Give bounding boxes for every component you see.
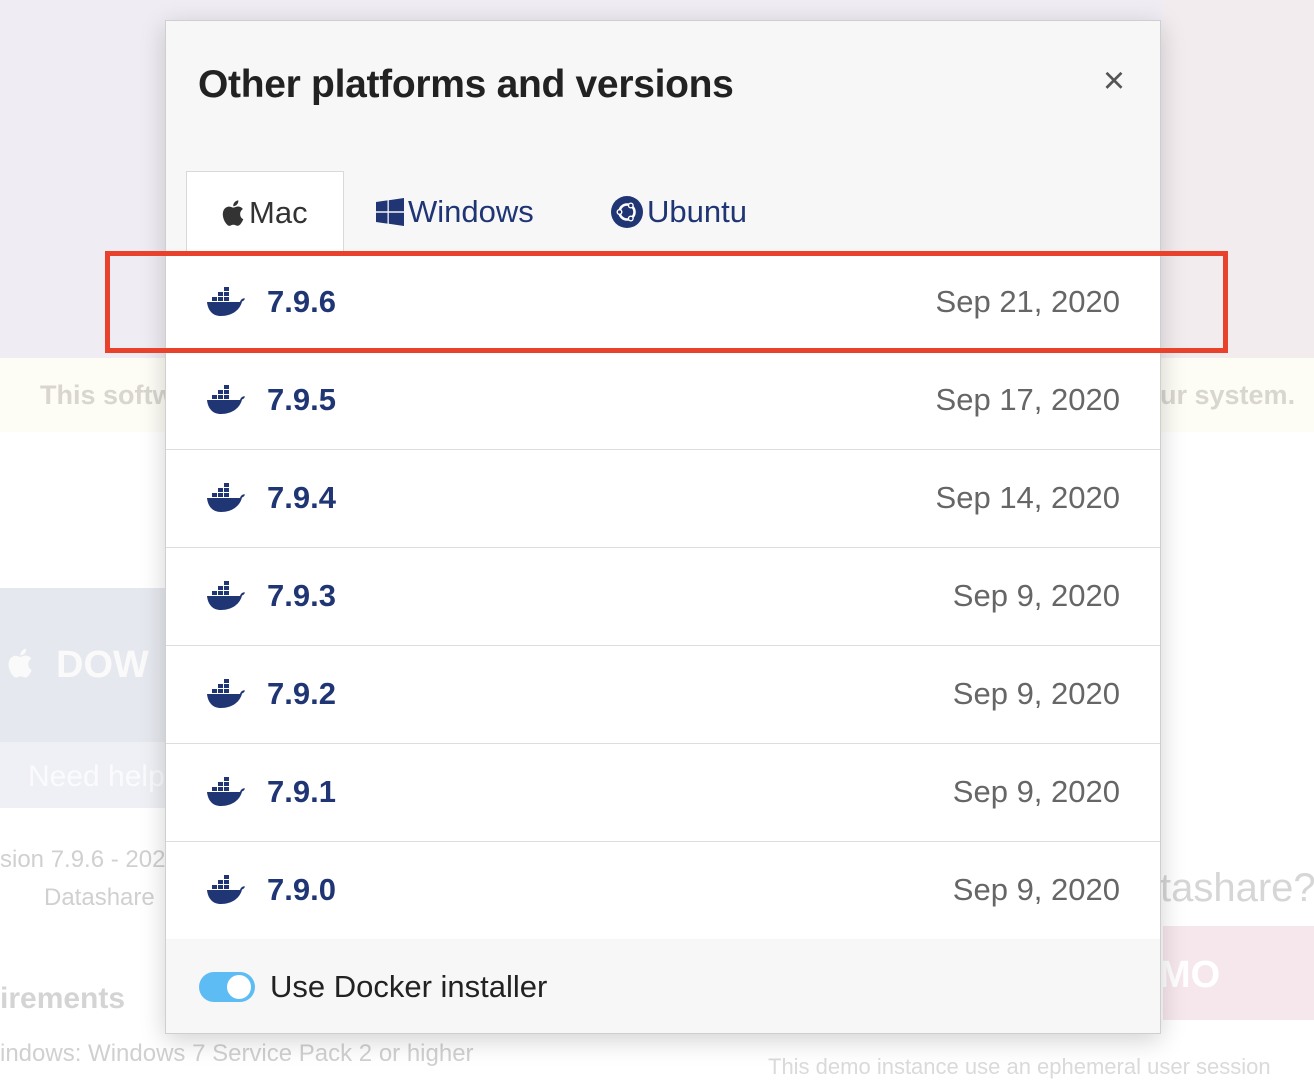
version-date: Sep 9, 2020	[952, 578, 1120, 613]
background-demo-label: MO	[1159, 954, 1221, 996]
version-number[interactable]: 7.9.1	[267, 774, 336, 810]
windows-icon	[376, 197, 404, 226]
background-windows-requirement: indows: Windows 7 Service Pack 2 or high…	[0, 1040, 474, 1067]
version-date: Sep 14, 2020	[935, 480, 1120, 515]
ubuntu-icon	[611, 195, 643, 228]
docker-installer-label[interactable]: Use Docker installer	[270, 969, 547, 1005]
version-row[interactable]: 7.9.2 Sep 9, 2020	[166, 646, 1160, 744]
close-icon: ×	[1102, 60, 1126, 102]
platforms-modal: Other platforms and versions × Mac Windo…	[165, 20, 1161, 1034]
tab-mac[interactable]: Mac	[186, 171, 344, 253]
version-number[interactable]: 7.9.6	[267, 284, 336, 320]
version-date: Sep 9, 2020	[952, 774, 1120, 809]
version-row[interactable]: 7.9.0 Sep 9, 2020	[166, 842, 1160, 940]
platform-tabs: Mac Windows Ubuntu	[186, 171, 1146, 253]
modal-title: Other platforms and versions	[198, 63, 734, 106]
docker-icon	[206, 679, 246, 714]
apple-icon	[4, 646, 34, 688]
background-right-heading: tashare?	[1160, 866, 1314, 910]
docker-icon	[206, 385, 246, 420]
background-demo-note: This demo instance use an ephemeral user…	[768, 1054, 1271, 1079]
apple-icon	[219, 198, 245, 228]
version-row[interactable]: 7.9.3 Sep 9, 2020	[166, 548, 1160, 646]
tab-mac-label: Mac	[249, 194, 308, 230]
version-list: 7.9.6 Sep 21, 2020 7.9.5 Sep 17, 2020 7.…	[166, 253, 1160, 940]
background-notice-text-right: ur system.	[1160, 380, 1296, 410]
background-requirements-heading: irements	[0, 982, 126, 1015]
docker-icon	[206, 581, 246, 616]
version-date: Sep 9, 2020	[952, 872, 1120, 907]
version-date: Sep 17, 2020	[935, 382, 1120, 417]
docker-icon	[206, 287, 246, 322]
version-row[interactable]: 7.9.6 Sep 21, 2020	[166, 253, 1160, 352]
close-button[interactable]: ×	[1096, 60, 1132, 102]
modal-footer: Use Docker installer	[166, 939, 1160, 1033]
version-number[interactable]: 7.9.4	[267, 480, 336, 516]
tab-ubuntu-label: Ubuntu	[647, 193, 747, 229]
background-need-help-text: Need help	[28, 760, 165, 793]
version-date: Sep 21, 2020	[935, 284, 1120, 319]
background-datashare-text: Datashare	[44, 884, 155, 911]
version-number[interactable]: 7.9.5	[267, 382, 336, 418]
docker-installer-toggle[interactable]	[199, 972, 255, 1002]
background-notice-text-left: This softw	[40, 380, 174, 410]
docker-icon	[206, 483, 246, 518]
background-version-line: sion 7.9.6 - 202	[0, 846, 166, 873]
background-demo-button: MO	[1159, 926, 1314, 1020]
version-row[interactable]: 7.9.4 Sep 14, 2020	[166, 450, 1160, 548]
background-header-band-right	[1163, 0, 1314, 358]
version-date: Sep 9, 2020	[952, 676, 1120, 711]
version-row[interactable]: 7.9.1 Sep 9, 2020	[166, 744, 1160, 842]
tab-windows[interactable]: Windows	[376, 171, 534, 252]
tab-windows-label: Windows	[408, 193, 534, 229]
background-download-label: DOW	[56, 644, 149, 686]
version-number[interactable]: 7.9.3	[267, 578, 336, 614]
version-row[interactable]: 7.9.5 Sep 17, 2020	[166, 352, 1160, 450]
version-number[interactable]: 7.9.2	[267, 676, 336, 712]
docker-icon	[206, 875, 246, 910]
tab-ubuntu[interactable]: Ubuntu	[611, 171, 747, 252]
toggle-knob	[227, 975, 251, 999]
version-number[interactable]: 7.9.0	[267, 872, 336, 908]
docker-icon	[206, 777, 246, 812]
